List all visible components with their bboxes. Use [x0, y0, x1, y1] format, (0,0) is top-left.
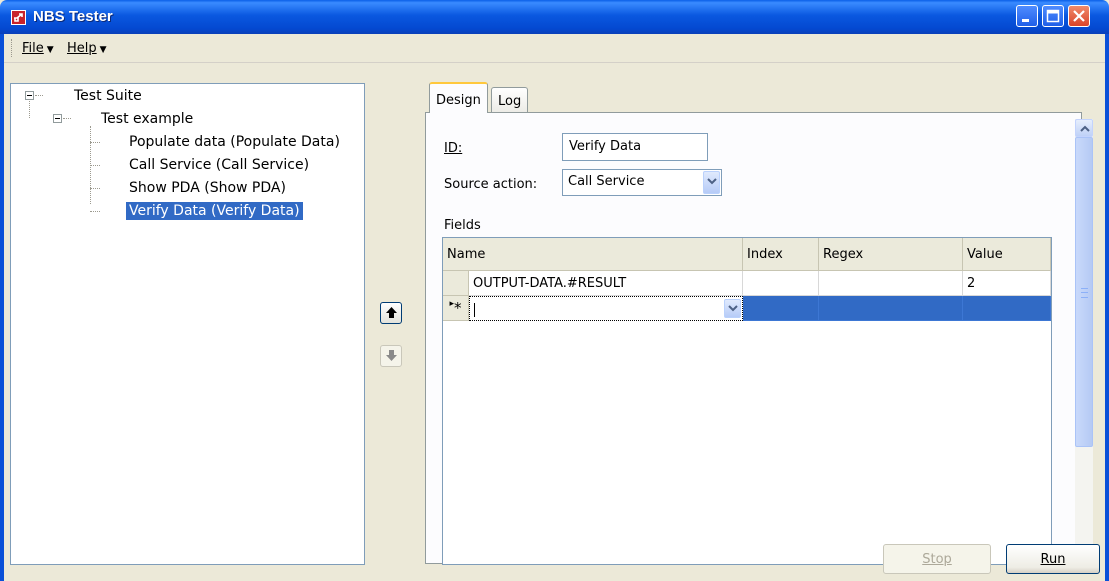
new-cell-regex[interactable] [819, 296, 963, 321]
chevron-up-icon [1080, 125, 1090, 132]
col-header-regex[interactable]: Regex [819, 238, 963, 271]
fields-grid[interactable]: Name Index Regex Value OUTPUT-DATA.#RESU… [442, 237, 1052, 565]
menu-help[interactable]: Help ▼ [67, 41, 107, 56]
tree-item-verify-data[interactable]: Verify Data (Verify Data) [126, 202, 303, 220]
menu-file-label: File [22, 41, 44, 56]
id-field[interactable]: Verify Data [562, 133, 708, 161]
tree-item-show-pda[interactable]: Show PDA (Show PDA) [129, 180, 286, 196]
tree-node-test-suite[interactable]: Test Suite [74, 88, 142, 104]
design-tab-body: ID: Verify Data Source action: Call Serv… [425, 112, 1082, 565]
text-caret [474, 302, 475, 317]
cell-value[interactable]: 2 [963, 271, 1051, 296]
id-label: ID: [444, 141, 462, 156]
maximize-button[interactable] [1042, 5, 1064, 27]
test-tree[interactable]: Test Suite Test example Populate data (P… [10, 83, 365, 565]
title-bar: NBS Tester [0, 0, 1109, 34]
fields-label: Fields [444, 218, 481, 233]
tab-design[interactable]: Design [429, 82, 488, 113]
new-cell-index[interactable] [743, 296, 819, 321]
menu-bar: File ▼ Help ▼ [4, 34, 1105, 63]
chevron-down-icon: ▼ [46, 45, 54, 55]
row-header[interactable] [443, 271, 469, 296]
cell-regex[interactable] [819, 271, 963, 296]
scroll-up-button[interactable] [1075, 119, 1093, 137]
detail-pane: Design Log ID: Verify Data Source action… [425, 82, 1105, 566]
source-action-value: Call Service [568, 174, 645, 189]
cell-index[interactable] [743, 271, 819, 296]
tab-log[interactable]: Log [491, 87, 529, 113]
run-button[interactable]: Run [1006, 544, 1100, 574]
window-frame-left [0, 34, 4, 581]
arrow-up-icon [386, 307, 397, 318]
name-combo-editor[interactable] [469, 296, 743, 321]
window-title: NBS Tester [33, 8, 113, 25]
chevron-down-icon [728, 305, 738, 312]
new-row-marker[interactable]: ▸* [443, 296, 469, 321]
menu-help-label: Help [67, 41, 97, 56]
tree-node-test-example[interactable]: Test example [101, 111, 193, 127]
chevron-down-icon: ▼ [99, 45, 107, 55]
chevron-down-icon [707, 178, 717, 185]
new-cell-value[interactable] [963, 296, 1051, 321]
minimize-icon [1022, 19, 1029, 22]
source-action-label: Source action: [444, 177, 538, 192]
col-header-value[interactable]: Value [963, 238, 1051, 271]
col-header-index[interactable]: Index [743, 238, 819, 271]
col-header-name[interactable]: Name [443, 238, 743, 271]
collapse-icon[interactable] [25, 91, 34, 100]
move-down-button[interactable] [380, 345, 402, 367]
menu-file[interactable]: File ▼ [22, 41, 54, 56]
app-arrow-icon [11, 10, 26, 25]
stop-button-label: Stop [922, 552, 952, 567]
move-up-button[interactable] [380, 302, 402, 324]
window-frame-right [1105, 34, 1109, 581]
tree-item-call-service[interactable]: Call Service (Call Service) [129, 157, 309, 173]
scroll-grip [1081, 288, 1088, 298]
id-label-text: ID: [444, 141, 463, 156]
cell-name[interactable]: OUTPUT-DATA.#RESULT [469, 271, 743, 296]
vertical-scrollbar[interactable] [1075, 119, 1093, 564]
run-button-label: Run [1040, 552, 1066, 567]
minimize-button[interactable] [1016, 5, 1038, 27]
dropdown-button[interactable] [703, 171, 720, 194]
close-button[interactable] [1068, 5, 1090, 27]
scroll-thumb[interactable] [1075, 137, 1093, 447]
source-action-select[interactable]: Call Service [562, 169, 722, 196]
collapse-icon[interactable] [53, 114, 62, 123]
new-row-asterisk: * [454, 299, 462, 317]
close-icon [1073, 10, 1085, 22]
menu-grip [11, 39, 15, 57]
tree-item-populate-data[interactable]: Populate data (Populate Data) [129, 134, 340, 150]
maximize-icon [1046, 9, 1060, 23]
name-dropdown-button[interactable] [724, 299, 741, 318]
arrow-down-icon [386, 350, 397, 361]
stop-button[interactable]: Stop [883, 544, 991, 574]
